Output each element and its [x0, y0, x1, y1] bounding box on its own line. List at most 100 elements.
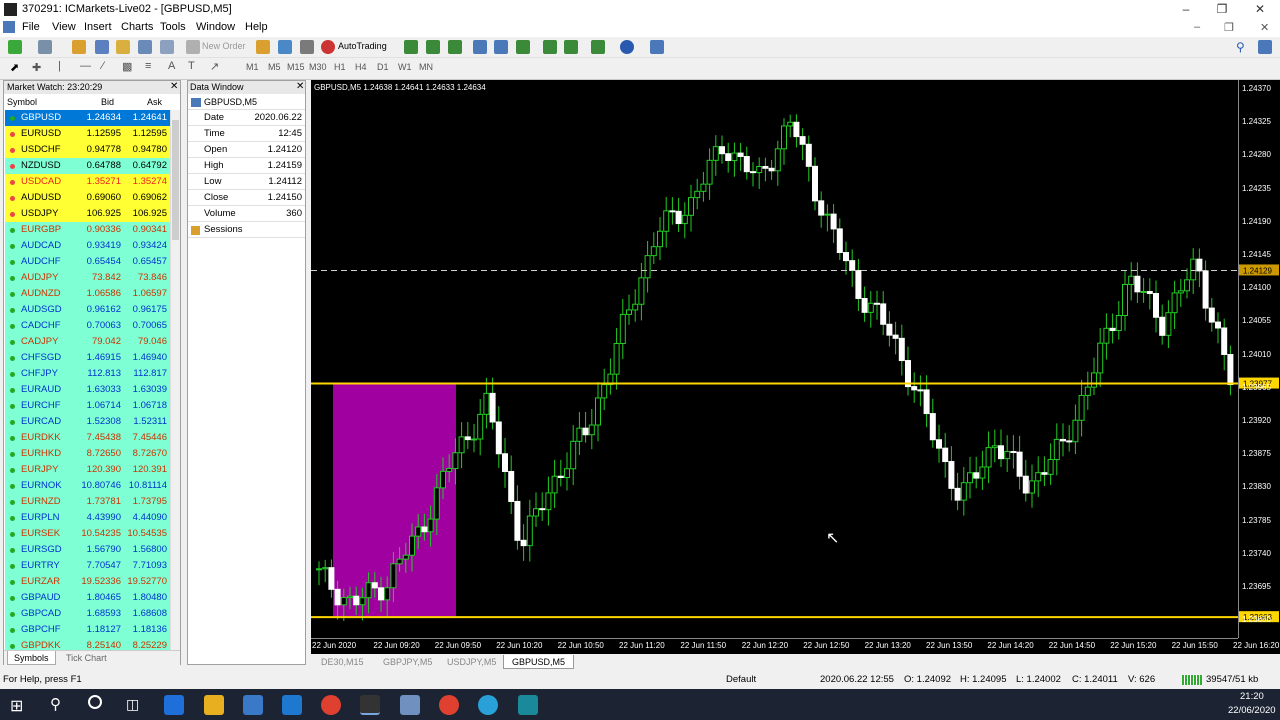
table-row[interactable]: EURAUD 1.63033 1.63039 — [5, 382, 170, 398]
menu-tools[interactable]: Tools — [160, 21, 186, 33]
table-row[interactable]: GBPAUD 1.80465 1.80480 — [5, 590, 170, 606]
crosshair-icon[interactable]: ✚ — [32, 61, 41, 74]
new-order-icon[interactable] — [186, 40, 200, 54]
metaeditor-icon[interactable] — [256, 40, 270, 54]
table-row[interactable]: GBPDKK 8.25140 8.25229 — [5, 638, 170, 650]
table-row[interactable]: EURJPY 120.390 120.391 — [5, 462, 170, 478]
cursor-icon[interactable]: ⬈ — [10, 61, 19, 74]
table-row[interactable]: EURNOK 10.80746 10.81114 — [5, 478, 170, 494]
line-chart-icon[interactable] — [448, 40, 462, 54]
table-row[interactable]: EURCHF 1.06714 1.06718 — [5, 398, 170, 414]
tab-gbpjpy[interactable]: GBPJPY,M5 — [375, 655, 440, 669]
new-order-button[interactable]: New Order — [202, 41, 246, 51]
table-row[interactable]: NZDUSD 0.64788 0.64792 — [5, 158, 170, 174]
windows-start-icon[interactable]: ⊞ — [10, 696, 23, 716]
time-axis[interactable]: 22 Jun 2020 22 Jun 09:20 22 Jun 09:50 22 Ju… — [311, 638, 1279, 654]
table-row[interactable]: GBPCAD 1.68593 1.68608 — [5, 606, 170, 622]
autotrading-icon[interactable] — [321, 40, 335, 54]
mdi-close-icon[interactable]: ✕ — [1260, 21, 1269, 34]
fibonacci-icon[interactable]: ≡ — [145, 60, 151, 72]
market-icon[interactable] — [300, 40, 314, 54]
tf-m15[interactable]: M15 — [287, 62, 305, 72]
tf-mn[interactable]: MN — [419, 62, 433, 72]
mdi-minimize-icon[interactable]: – — [1194, 21, 1200, 33]
bar-chart-icon[interactable] — [404, 40, 418, 54]
table-row[interactable]: EURGBP 0.90336 0.90341 — [5, 222, 170, 238]
col-symbol[interactable]: Symbol — [7, 95, 37, 109]
restore-button[interactable]: ❐ — [1204, 0, 1240, 19]
tf-m30[interactable]: M30 — [309, 62, 327, 72]
close-icon[interactable]: ✕ — [170, 81, 178, 92]
menu-charts[interactable]: Charts — [121, 21, 153, 33]
search-icon[interactable]: ⚲ — [50, 695, 61, 713]
tab-usdjpy[interactable]: USDJPY,M5 — [439, 655, 504, 669]
menu-help[interactable]: Help — [245, 21, 268, 33]
table-row[interactable]: AUDUSD 0.69060 0.69062 — [5, 190, 170, 206]
periods-icon[interactable] — [620, 40, 634, 54]
new-chart-icon[interactable] — [8, 40, 22, 54]
arrows-icon[interactable]: ↗ — [210, 60, 219, 73]
app-icon[interactable] — [518, 695, 538, 715]
table-row[interactable]: CADCHF 0.70063 0.70065 — [5, 318, 170, 334]
tf-m1[interactable]: M1 — [246, 62, 259, 72]
table-row[interactable]: EURSEK 10.54235 10.54535 — [5, 526, 170, 542]
close-icon[interactable]: ✕ — [296, 81, 304, 92]
table-row[interactable]: GBPCHF 1.18127 1.18136 — [5, 622, 170, 638]
tf-h1[interactable]: H1 — [334, 62, 346, 72]
strategy-tester-icon[interactable] — [160, 40, 174, 54]
table-row[interactable]: EURHKD 8.72650 8.72670 — [5, 446, 170, 462]
app-icon[interactable] — [400, 695, 420, 715]
table-row[interactable]: AUDCHF 0.65454 0.65457 — [5, 254, 170, 270]
trendline-icon[interactable]: ∕ — [102, 60, 104, 72]
tf-d1[interactable]: D1 — [377, 62, 389, 72]
tab-tick-chart[interactable]: Tick Chart — [66, 651, 107, 665]
telegram-icon[interactable] — [478, 695, 498, 715]
mdi-restore-icon[interactable]: ❐ — [1224, 21, 1234, 34]
table-row[interactable]: EURTRY 7.70547 7.71093 — [5, 558, 170, 574]
zoom-out-icon[interactable] — [494, 40, 508, 54]
table-row[interactable]: USDJPY 106.925 106.925 — [5, 206, 170, 222]
table-row[interactable]: CADJPY 79.042 79.046 — [5, 334, 170, 350]
chart-canvas[interactable]: 1.241291.239771.23663 — [311, 80, 1280, 654]
tf-h4[interactable]: H4 — [355, 62, 367, 72]
candlesticks-icon[interactable] — [426, 40, 440, 54]
templates-icon[interactable] — [650, 40, 664, 54]
table-row[interactable]: EURNZD 1.73781 1.73795 — [5, 494, 170, 510]
data-window-icon[interactable] — [95, 40, 109, 54]
market-watch-icon[interactable] — [72, 40, 86, 54]
terminal-icon[interactable] — [138, 40, 152, 54]
table-row[interactable]: EURUSD 1.12595 1.12595 — [5, 126, 170, 142]
tab-symbols[interactable]: Symbols — [7, 651, 56, 665]
text-label-icon[interactable]: T — [188, 60, 195, 72]
table-row[interactable]: EURPLN 4.43990 4.44090 — [5, 510, 170, 526]
menu-view[interactable]: View — [52, 21, 76, 33]
indicators-icon[interactable] — [591, 40, 605, 54]
close-button[interactable]: ✕ — [1242, 0, 1278, 19]
autotrading-button[interactable]: AutoTrading — [338, 41, 387, 51]
table-row[interactable]: CHFSGD 1.46915 1.46940 — [5, 350, 170, 366]
edge-icon[interactable] — [164, 695, 184, 715]
tf-m5[interactable]: M5 — [268, 62, 281, 72]
mail-icon[interactable] — [282, 695, 302, 715]
menu-file[interactable]: File — [22, 21, 40, 33]
col-ask[interactable]: Ask — [147, 95, 162, 109]
profiles-icon[interactable] — [38, 40, 52, 54]
tab-gbpusd[interactable]: GBPUSD,M5 — [503, 655, 575, 669]
table-row[interactable]: EURCAD 1.52308 1.52311 — [5, 414, 170, 430]
table-row[interactable]: CHFJPY 112.813 112.817 — [5, 366, 170, 382]
signals-icon[interactable] — [278, 40, 292, 54]
task-view-icon[interactable]: ◫ — [126, 696, 139, 713]
col-bid[interactable]: Bid — [101, 95, 114, 109]
horizontal-line-icon[interactable]: — — [80, 60, 91, 72]
chrome-icon[interactable] — [321, 695, 341, 715]
search-icon[interactable]: ⚲ — [1236, 40, 1245, 54]
tile-windows-icon[interactable] — [516, 40, 530, 54]
community-icon[interactable] — [1258, 40, 1272, 54]
channel-icon[interactable]: ▩ — [122, 60, 132, 73]
table-row[interactable]: EURSGD 1.56790 1.56800 — [5, 542, 170, 558]
minimize-button[interactable]: – — [1168, 0, 1204, 19]
price-chart[interactable]: 1.24129 1.23977 1.23663 GBPUSD,M5 1.24638 … — [311, 80, 1280, 654]
table-row[interactable]: AUDCAD 0.93419 0.93424 — [5, 238, 170, 254]
table-row[interactable]: EURZAR 19.52336 19.52770 — [5, 574, 170, 590]
vertical-line-icon[interactable]: | — [58, 60, 61, 72]
